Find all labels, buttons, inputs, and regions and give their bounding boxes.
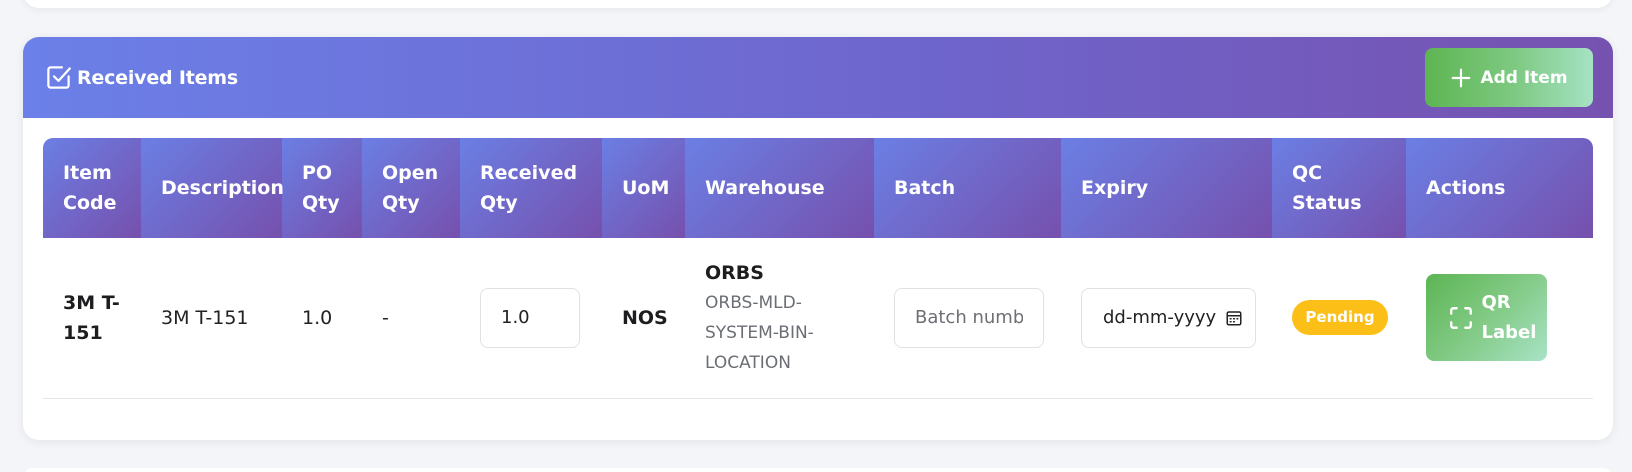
cell-qc-status: Pending — [1272, 238, 1406, 399]
expiry-date-input[interactable]: dd-mm-yyyy — [1081, 287, 1256, 348]
add-item-label: Add Item — [1480, 67, 1568, 88]
col-qc-status: QC Status — [1272, 138, 1406, 238]
scan-frame-icon — [1449, 306, 1472, 329]
batch-number-input[interactable] — [894, 287, 1044, 348]
add-item-button[interactable]: Add Item — [1425, 48, 1593, 107]
expiry-placeholder: dd-mm-yyyy — [1103, 306, 1217, 328]
cell-open-qty: - — [362, 238, 460, 399]
status-badge: Pending — [1292, 300, 1388, 336]
previous-card — [23, 0, 1613, 8]
col-batch: Batch — [874, 138, 1061, 238]
col-received-qty: Received Qty — [460, 138, 602, 238]
qr-label-button[interactable]: QR Label — [1426, 274, 1547, 362]
col-po-qty: PO Qty — [282, 138, 362, 238]
plus-icon — [1452, 68, 1471, 87]
warehouse-location: ORBS-MLD-SYSTEM-BIN-LOCATION — [705, 292, 814, 373]
col-actions: Actions — [1406, 138, 1593, 238]
card-title-text: Received Items — [77, 66, 239, 89]
table-header: Item Code Description PO Qty Open Qty Re… — [43, 138, 1593, 238]
received-items-card: Received Items Add Item Item Code Descri… — [23, 37, 1613, 440]
card-header: Received Items Add Item — [23, 37, 1613, 118]
card-title: Received Items — [45, 64, 238, 91]
cell-warehouse: ORBS ORBS-MLD-SYSTEM-BIN-LOCATION — [685, 238, 874, 399]
cell-po-qty: 1.0 — [282, 238, 362, 399]
col-expiry: Expiry — [1061, 138, 1272, 238]
warehouse-name: ORBS — [705, 261, 764, 284]
next-card — [23, 468, 1613, 472]
col-warehouse: Warehouse — [685, 138, 874, 238]
cell-description: 3M T-151 — [141, 238, 282, 399]
cell-actions: QR Label — [1406, 238, 1593, 399]
qr-label-text: QR Label — [1481, 291, 1537, 343]
cell-expiry: dd-mm-yyyy — [1061, 238, 1272, 399]
col-item-code: Item Code — [43, 138, 141, 238]
items-table: Item Code Description PO Qty Open Qty Re… — [43, 138, 1593, 399]
checkbox-icon — [47, 66, 71, 89]
cell-item-code: 3M T-151 — [43, 238, 141, 399]
items-table-wrapper: Item Code Description PO Qty Open Qty Re… — [43, 138, 1593, 399]
table-row: 3M T-151 3M T-151 1.0 - NOS ORBS ORBS-ML… — [43, 238, 1593, 399]
calendar-icon[interactable] — [1225, 309, 1243, 327]
received-qty-input[interactable] — [480, 287, 580, 348]
col-open-qty: Open Qty — [362, 138, 460, 238]
col-uom: UoM — [602, 138, 685, 238]
cell-received-qty — [460, 238, 602, 399]
cell-batch — [874, 238, 1061, 399]
col-description: Description — [141, 138, 284, 238]
cell-uom: NOS — [602, 238, 685, 399]
